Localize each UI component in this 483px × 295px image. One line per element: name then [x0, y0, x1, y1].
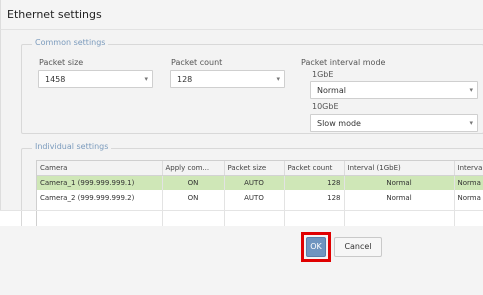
interval-1gbe-cell[interactable]: Normal	[344, 175, 455, 190]
packet-count-cell[interactable]: 128	[284, 190, 345, 205]
table-row[interactable]: Camera_2 (999.999.999.2) ON AUTO 128 Nor…	[37, 190, 483, 205]
interval-10gbe-select[interactable]: Slow mode ▾	[310, 114, 478, 132]
chevron-down-icon: ▾	[469, 86, 473, 94]
dialog-footer: OK Cancel	[0, 226, 483, 295]
column-header-packet-size[interactable]: Packet size	[224, 161, 285, 176]
packet-size-cell[interactable]: AUTO	[224, 175, 285, 190]
camera-cell: Camera_1 (999.999.999.1)	[37, 175, 163, 190]
interval-1gbe-label: 1GbE	[312, 70, 334, 79]
column-header-packet-count[interactable]: Packet count	[284, 161, 345, 176]
interval-1gbe-cell[interactable]: Normal	[344, 190, 455, 205]
packet-size-value: 1458	[45, 75, 66, 84]
cancel-button[interactable]: Cancel	[334, 237, 382, 257]
interval-1gbe-value: Normal	[317, 86, 346, 95]
packet-count-select[interactable]: 128 ▾	[170, 70, 285, 88]
packet-count-cell[interactable]: 128	[284, 175, 345, 190]
packet-size-label: Packet size	[39, 58, 84, 67]
column-header-camera[interactable]: Camera	[37, 161, 163, 176]
table-row[interactable]: Camera_1 (999.999.999.1) ON AUTO 128 Nor…	[37, 175, 483, 190]
chevron-down-icon: ▾	[276, 75, 280, 83]
divider	[0, 210, 483, 211]
packet-size-cell[interactable]: AUTO	[224, 190, 285, 205]
apply-cell[interactable]: ON	[162, 175, 225, 190]
dialog-title: Ethernet settings	[7, 8, 102, 21]
column-header-interval-10gbe[interactable]: Interva	[454, 161, 483, 176]
common-settings-legend: Common settings	[32, 38, 109, 47]
ok-button-highlight	[301, 232, 331, 262]
packet-count-value: 128	[177, 75, 193, 84]
column-header-interval-1gbe[interactable]: Interval (1GbE)	[344, 161, 455, 176]
interval-10gbe-value: Slow mode	[317, 119, 361, 128]
packet-size-select[interactable]: 1458 ▾	[38, 70, 153, 88]
apply-cell[interactable]: ON	[162, 190, 225, 205]
interval-10gbe-label: 10GbE	[312, 102, 339, 111]
interval-1gbe-select[interactable]: Normal ▾	[310, 81, 478, 99]
packet-interval-mode-label: Packet interval mode	[301, 58, 386, 67]
chevron-down-icon: ▾	[469, 119, 473, 127]
individual-settings-legend: Individual settings	[32, 142, 112, 151]
interval-10gbe-cell[interactable]: Norma	[454, 175, 483, 190]
chevron-down-icon: ▾	[144, 75, 148, 83]
camera-cell: Camera_2 (999.999.999.2)	[37, 190, 163, 205]
ethernet-settings-dialog: Ethernet settings Common settings Packet…	[0, 0, 483, 295]
column-header-apply[interactable]: Apply com...	[162, 161, 225, 176]
table-header-row: Camera Apply com... Packet size Packet c…	[37, 161, 483, 176]
empty-row	[37, 205, 483, 217]
title-bar: Ethernet settings	[0, 0, 483, 30]
interval-10gbe-cell[interactable]: Norma	[454, 190, 483, 205]
packet-count-label: Packet count	[171, 58, 223, 67]
